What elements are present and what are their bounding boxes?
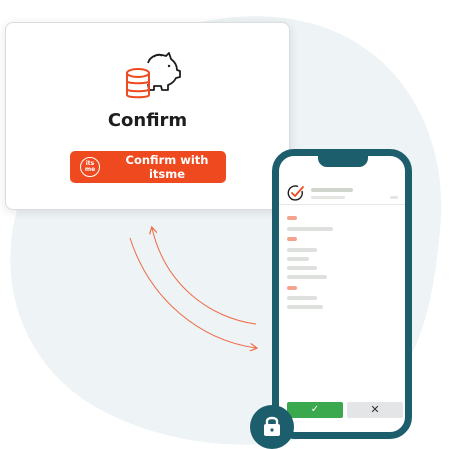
arrow-to-card [152,228,257,325]
placeholder-line [287,227,333,231]
placeholder-line [390,196,398,199]
placeholder-tag [287,216,297,220]
phone-mockup: ✓ ✕ [272,149,412,439]
placeholder-line [311,196,345,199]
phone-notch [318,156,368,167]
itsme-logo-icon: its me [80,157,100,177]
piggy-bank-coins-icon [126,52,181,99]
arrow-to-phone [129,237,256,348]
lock-icon [264,416,280,436]
placeholder-line [287,275,327,279]
check-circle-icon [287,185,304,201]
placeholder-line [287,266,317,270]
placeholder-line [311,188,353,192]
security-badge [250,405,294,449]
placeholder-line [287,248,317,252]
placeholder-line [287,305,323,309]
reject-button[interactable]: ✕ [347,402,403,418]
placeholder-line [287,296,317,300]
confirm-with-itsme-button[interactable]: its me Confirm with itsme [70,151,226,183]
placeholder-line [287,257,309,261]
phone-header [287,184,398,210]
placeholder-tag [287,286,297,290]
placeholder-tag [287,237,297,241]
confirm-with-itsme-label: Confirm with itsme [125,153,209,181]
header-divider [279,204,405,205]
confirm-card: Confirm its me Confirm with itsme [5,22,290,210]
approve-button[interactable]: ✓ [287,402,343,418]
page-title: Confirm [107,110,188,131]
